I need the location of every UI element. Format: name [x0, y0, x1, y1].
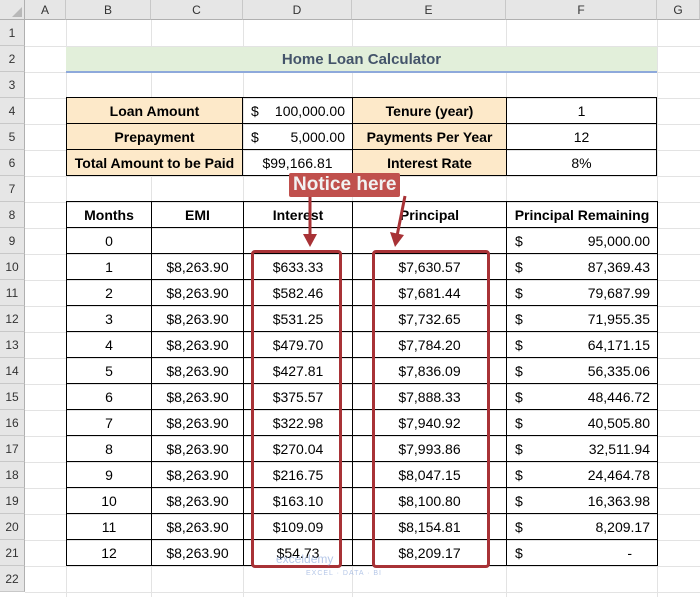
- annotation-arrows: [303, 195, 407, 247]
- arrow-to-principal: [390, 195, 407, 247]
- arrow-to-interest: [303, 196, 317, 247]
- watermark-logo: exceldemy: [276, 552, 334, 566]
- notice-callout: Notice here: [289, 173, 401, 197]
- watermark-tagline: EXCEL · DATA · BI: [306, 570, 382, 577]
